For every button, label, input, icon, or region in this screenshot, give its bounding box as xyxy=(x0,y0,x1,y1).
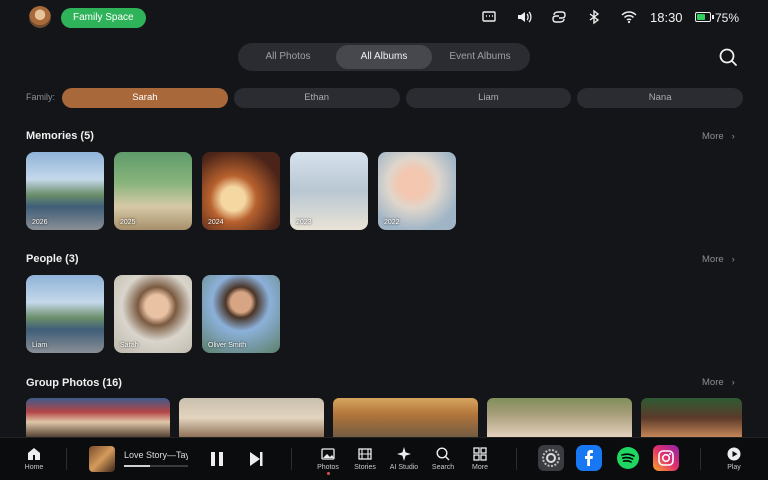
photos-icon xyxy=(321,448,335,460)
chevron-right-icon: › xyxy=(731,254,735,265)
instagram-app-icon[interactable] xyxy=(653,445,679,471)
home-icon xyxy=(28,448,40,460)
memory-caption: 2026 xyxy=(32,219,48,226)
now-playing-progress[interactable] xyxy=(124,465,188,467)
person-name: Sarah xyxy=(120,342,139,349)
person-card[interactable]: Sarah xyxy=(114,275,192,353)
battery-percent: 75% xyxy=(715,11,740,25)
home-label: Home xyxy=(24,464,44,471)
clock: 18:30 xyxy=(650,10,683,25)
memory-caption: 2025 xyxy=(120,219,136,226)
family-space-button[interactable]: Family Space xyxy=(61,8,146,28)
nav-photos[interactable]: Photos xyxy=(308,442,348,475)
nav-more[interactable]: More xyxy=(460,442,500,471)
play-label: Play xyxy=(727,464,741,471)
more-label: More xyxy=(702,377,724,388)
facebook-app-icon[interactable] xyxy=(576,445,602,471)
volume-icon[interactable] xyxy=(516,9,532,25)
dock-divider xyxy=(700,448,701,470)
memory-card[interactable]: 2026 xyxy=(26,152,104,230)
more-label: More xyxy=(702,131,724,142)
user-avatar[interactable] xyxy=(29,6,51,28)
memory-card[interactable]: 2022 xyxy=(378,152,456,230)
now-playing-artwork[interactable] xyxy=(89,446,115,472)
play-circle-icon xyxy=(727,447,741,461)
battery-icon xyxy=(695,12,714,22)
active-indicator xyxy=(326,472,330,475)
family-filter: Sarah Ethan Liam Nana xyxy=(62,88,743,108)
pause-icon[interactable] xyxy=(207,449,227,469)
memory-caption: 2022 xyxy=(384,219,400,226)
tab-event-albums[interactable]: Event Albums xyxy=(432,45,528,69)
people-more-button[interactable]: More › xyxy=(702,254,735,265)
grid-icon xyxy=(473,447,487,461)
person-card[interactable]: Oliver Smith xyxy=(202,275,280,353)
memory-caption: 2024 xyxy=(208,219,224,226)
skip-next-icon[interactable] xyxy=(246,449,266,469)
person-name: Oliver Smith xyxy=(208,342,247,349)
now-playing-title: Love Story—Taylor Swift xyxy=(124,450,188,460)
memory-card[interactable]: 2025 xyxy=(114,152,192,230)
link-icon[interactable] xyxy=(551,9,567,25)
family-filter-label: Family: xyxy=(26,92,55,102)
nav-stories-label: Stories xyxy=(354,464,376,471)
nav-search-label: Search xyxy=(431,464,455,471)
nav-ai-studio[interactable]: AI Studio xyxy=(384,442,424,471)
status-bar: Family Space 18:30 75% xyxy=(0,0,768,36)
memory-caption: 2023 xyxy=(296,219,312,226)
sparkle-icon xyxy=(397,447,411,461)
nav-photos-label: Photos xyxy=(317,464,339,471)
album-tabs: All Photos All Albums Event Albums xyxy=(238,43,530,71)
wifi-icon[interactable] xyxy=(621,9,637,25)
group-photos-more-button[interactable]: More › xyxy=(702,377,735,388)
chevron-right-icon: › xyxy=(731,131,735,142)
settings-app-icon[interactable] xyxy=(538,445,564,471)
chevron-right-icon: › xyxy=(731,377,735,388)
family-chip-liam[interactable]: Liam xyxy=(405,88,572,108)
tab-all-albums[interactable]: All Albums xyxy=(336,45,432,69)
nav-search[interactable]: Search xyxy=(423,442,463,471)
nav-stories[interactable]: Stories xyxy=(345,442,385,471)
family-chip-sarah[interactable]: Sarah xyxy=(62,88,228,108)
tab-all-photos[interactable]: All Photos xyxy=(240,45,336,69)
group-photo-card[interactable] xyxy=(333,398,478,438)
spotify-app-icon[interactable] xyxy=(615,445,641,471)
memory-card[interactable]: 2024 xyxy=(202,152,280,230)
group-photo-card[interactable] xyxy=(26,398,170,438)
search-icon xyxy=(436,447,450,461)
dock-divider xyxy=(291,448,292,470)
family-chip-ethan[interactable]: Ethan xyxy=(233,88,400,108)
group-photo-card[interactable] xyxy=(641,398,742,438)
group-photos-title: Group Photos (16) xyxy=(26,377,122,389)
more-label: More xyxy=(702,254,724,265)
group-photo-card[interactable] xyxy=(487,398,632,438)
film-icon xyxy=(358,448,372,460)
memory-card[interactable]: 2023 xyxy=(290,152,368,230)
group-photo-card[interactable] xyxy=(179,398,324,438)
memories-more-button[interactable]: More › xyxy=(702,131,735,142)
dock-divider xyxy=(66,448,67,470)
nav-more-label: More xyxy=(472,464,488,471)
memories-title: Memories (5) xyxy=(26,130,94,142)
nav-ai-studio-label: AI Studio xyxy=(389,464,419,471)
people-title: People (3) xyxy=(26,253,79,265)
home-button[interactable]: Home xyxy=(14,442,54,471)
bluetooth-icon[interactable] xyxy=(586,9,602,25)
search-icon[interactable] xyxy=(718,47,738,67)
dock-divider xyxy=(516,448,517,470)
family-chip-nana[interactable]: Nana xyxy=(577,88,743,108)
message-icon[interactable] xyxy=(481,9,497,25)
play-button[interactable]: Play xyxy=(714,442,754,471)
person-name: Liam xyxy=(32,342,48,349)
person-card[interactable]: Liam xyxy=(26,275,104,353)
